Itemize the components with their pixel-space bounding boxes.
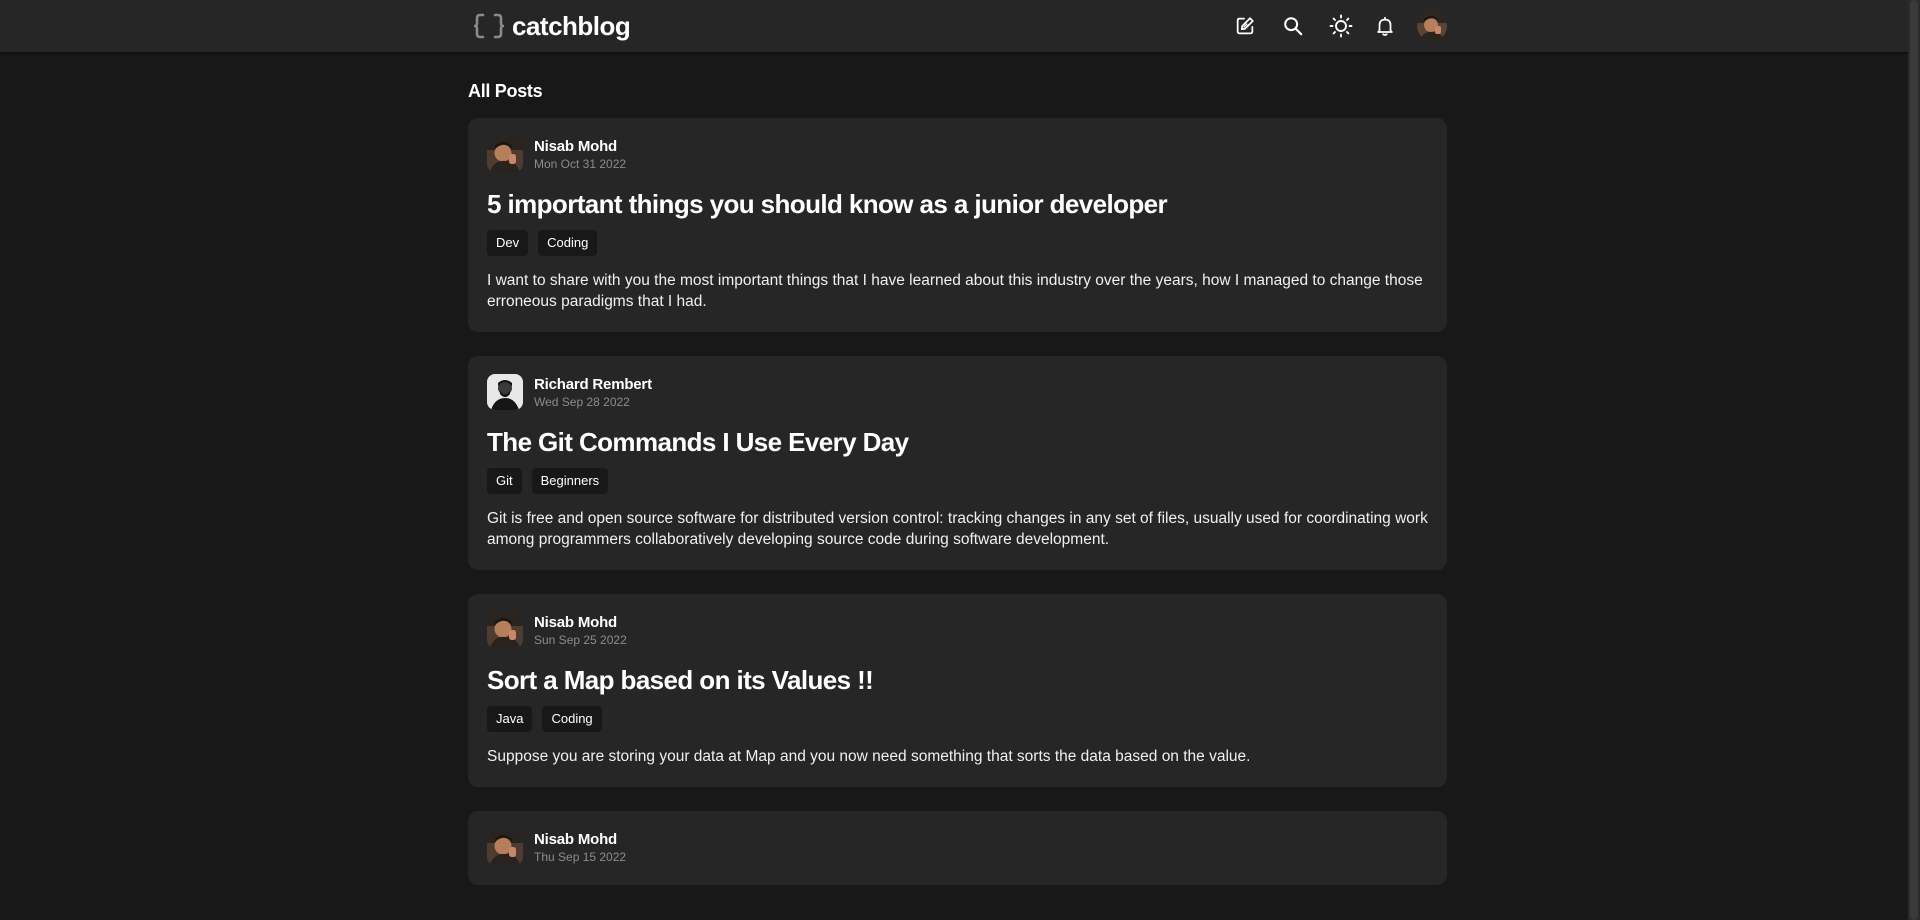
post-date: Sun Sep 25 2022 [534,632,627,647]
post-title[interactable]: Sort a Map based on its Values !! [487,664,1428,696]
post-title[interactable]: 5 important things you should know as a … [487,188,1428,220]
navbar-inner: catchblog [468,0,1447,52]
brand-name: catchblog [512,10,631,41]
post-excerpt: Suppose you are storing your data at Map… [487,748,1251,765]
tag[interactable]: Coding [542,706,602,732]
author-avatar[interactable] [487,136,523,172]
user-avatar[interactable] [1417,11,1447,41]
post-excerpt: I want to share with you the most import… [487,272,1423,310]
page: catchblog All Posts Nisab Mohd Mon Oct 3… [0,0,1920,920]
author-row: Nisab Mohd Sun Sep 25 2022 [487,612,1428,648]
author-name[interactable]: Richard Rembert [534,375,652,394]
post-excerpt: Git is free and open source software for… [487,510,1428,548]
post-date: Thu Sep 15 2022 [534,849,627,864]
header-actions [1233,11,1447,41]
post-card[interactable]: Nisab Mohd Sun Sep 25 2022 Sort a Map ba… [468,594,1447,787]
author-name[interactable]: Nisab Mohd [534,613,627,632]
author-meta: Nisab Mohd Thu Sep 15 2022 [534,830,626,865]
tag[interactable]: Java [487,706,533,732]
top-navbar: catchblog [0,0,1908,52]
author-avatar[interactable] [487,829,523,865]
page-scrollbar[interactable] [1908,0,1920,920]
post-date: Wed Sep 28 2022 [534,394,630,409]
author-meta: Richard Rembert Wed Sep 28 2022 [534,375,652,410]
author-meta: Nisab Mohd Sun Sep 25 2022 [534,613,627,648]
tag[interactable]: Coding [538,230,598,256]
author-name[interactable]: Nisab Mohd [534,137,626,156]
post-title[interactable]: The Git Commands I Use Every Day [487,426,1428,458]
tag[interactable]: Dev [487,230,529,256]
main-content: All Posts Nisab Mohd Mon Oct 31 2022 5 i… [468,80,1447,909]
post-card[interactable]: Richard Rembert Wed Sep 28 2022 The Git … [468,356,1447,570]
author-avatar[interactable] [487,612,523,648]
brackets-logo-icon [474,13,504,39]
scrollbar-thumb[interactable] [1910,0,1918,920]
tag[interactable]: Beginners [531,468,609,494]
search-icon[interactable] [1281,14,1305,38]
author-row: Nisab Mohd Mon Oct 31 2022 [487,136,1428,172]
author-meta: Nisab Mohd Mon Oct 31 2022 [534,137,626,172]
edit-icon[interactable] [1233,14,1257,38]
post-date: Mon Oct 31 2022 [534,156,627,171]
brand-link[interactable]: catchblog [474,10,631,42]
sun-icon[interactable] [1329,14,1353,38]
bell-icon[interactable] [1373,14,1397,38]
section-title: All Posts [468,81,543,101]
author-name[interactable]: Nisab Mohd [534,830,626,849]
tag-list: Git Beginners [487,468,1428,494]
tag[interactable]: Git [487,468,522,494]
tag-list: Dev Coding [487,230,1428,256]
post-card[interactable]: Nisab Mohd Mon Oct 31 2022 5 important t… [468,118,1447,332]
author-row: Richard Rembert Wed Sep 28 2022 [487,374,1428,410]
tag-list: Java Coding [487,706,1428,732]
author-row: Nisab Mohd Thu Sep 15 2022 [487,829,1428,865]
post-card[interactable]: Nisab Mohd Thu Sep 15 2022 [468,811,1447,885]
author-avatar[interactable] [487,374,523,410]
